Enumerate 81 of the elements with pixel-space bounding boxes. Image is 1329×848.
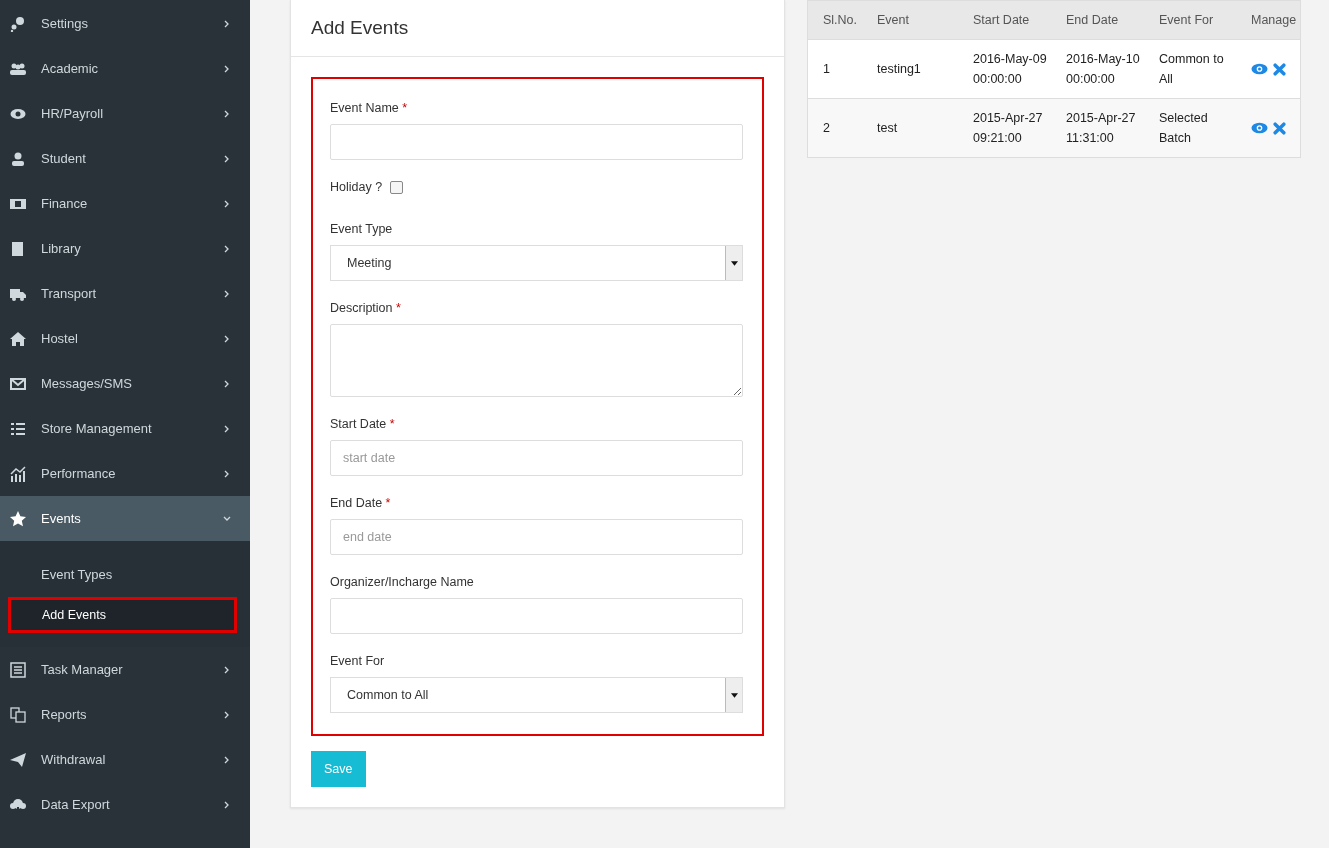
column-header: Start Date xyxy=(973,12,1031,29)
sidebar-item-label: Finance xyxy=(41,196,89,211)
field-label: Holiday ? xyxy=(330,180,383,194)
field-label: Event For xyxy=(330,654,386,668)
field-label: End Date * xyxy=(330,496,392,510)
sidebar-item-label: Student xyxy=(41,151,87,166)
sidebar-item[interactable]: Withdrawal xyxy=(0,737,250,782)
sidebar-item[interactable]: Student xyxy=(0,136,250,181)
sidebar-item[interactable]: Messages/SMS xyxy=(0,361,250,406)
paper-plane-icon xyxy=(10,751,26,768)
column-header: Sl.No. xyxy=(823,12,859,29)
chart-icon xyxy=(10,465,26,482)
column-header: Event xyxy=(877,12,910,29)
column-header: End Date xyxy=(1066,12,1120,29)
sidebar-item[interactable]: Reports xyxy=(0,692,250,737)
table-cell-text: 1 xyxy=(823,61,831,78)
table-cell-text: 2016-May-10 00:00:00 xyxy=(1066,51,1141,88)
star-icon xyxy=(10,510,26,527)
envelope-icon xyxy=(10,375,26,392)
sidebar-item[interactable]: Store Management xyxy=(0,406,250,451)
sidebar-item[interactable]: HR/Payroll xyxy=(0,91,250,136)
table-cell-text: 2 xyxy=(823,120,831,137)
delete-icon[interactable] xyxy=(1273,62,1286,76)
sidebar-item-label: Performance xyxy=(41,466,117,481)
home-icon xyxy=(10,330,26,347)
field-label: Description * xyxy=(330,301,402,315)
sidebar-item-label: Events xyxy=(41,511,82,526)
field-label: Event Name * xyxy=(330,101,409,115)
sidebar-item[interactable]: Performance xyxy=(0,451,250,496)
sidebar-item[interactable]: Academic xyxy=(0,46,250,91)
sidebar-item[interactable]: Hostel xyxy=(0,316,250,361)
column-header: Event For xyxy=(1159,12,1215,29)
caret-down-icon xyxy=(730,692,738,698)
table-cell-text: 2015-Apr-27 11:31:00 xyxy=(1066,110,1137,147)
input-field[interactable] xyxy=(330,124,743,160)
sidebar-item[interactable]: Finance xyxy=(0,181,250,226)
table-cell-text: 2016-May-09 00:00:00 xyxy=(973,51,1048,88)
caret-down-icon xyxy=(730,260,738,266)
table-cell-text: test xyxy=(877,120,899,137)
person-icon xyxy=(10,150,26,167)
delete-icon[interactable] xyxy=(1273,121,1286,135)
column-header: Manage xyxy=(1251,12,1298,29)
sidebar-item-label: Academic xyxy=(41,61,100,76)
sidebar-item[interactable]: Data Export xyxy=(0,782,250,827)
sidebar-item-label: Reports xyxy=(41,707,88,722)
document-icon xyxy=(10,661,26,678)
list-icon xyxy=(10,420,26,437)
field-label: Organizer/Incharge Name xyxy=(330,575,475,589)
sidebar-item-label: Transport xyxy=(41,286,98,301)
sidebar-item-label: Messages/SMS xyxy=(41,376,134,391)
sidebar-subitem[interactable]: Event Types xyxy=(0,556,250,592)
sidebar-item[interactable]: Library xyxy=(0,226,250,271)
copy-icon xyxy=(10,706,26,723)
table-cell-text: Common to All xyxy=(1159,51,1225,88)
input-field[interactable]: start date xyxy=(330,440,743,476)
field-label: Event Type xyxy=(330,222,394,236)
panel-title: Add Events xyxy=(291,0,784,57)
view-eye-icon[interactable] xyxy=(1251,63,1268,75)
sidebar-item-label: Store Management xyxy=(41,421,153,436)
checkbox[interactable] xyxy=(390,180,404,194)
sidebar-item-label: Task Manager xyxy=(41,662,124,677)
sidebar-item-label: Withdrawal xyxy=(41,752,107,767)
sidebar-item-label: Data Export xyxy=(41,797,111,812)
sidebar-item-label: Settings xyxy=(41,16,89,31)
sidebar-item[interactable]: Transport xyxy=(0,271,250,316)
table-cell-text: 2015-Apr-27 09:21:00 xyxy=(973,110,1044,147)
sidebar-subitem[interactable]: Add Events xyxy=(8,597,237,633)
dropdown[interactable]: Common to All xyxy=(330,677,743,713)
sidebar-item[interactable]: Task Manager xyxy=(0,647,250,692)
sidebar-item[interactable]: Settings xyxy=(0,1,250,46)
table-cell-text: testing1 xyxy=(877,61,922,78)
input-field[interactable] xyxy=(330,598,743,634)
dropdown[interactable]: Meeting xyxy=(330,245,743,281)
view-eye-icon[interactable] xyxy=(1251,122,1268,134)
sidebar-item[interactable]: Events xyxy=(0,496,250,541)
sidebar-item-label: HR/Payroll xyxy=(41,106,105,121)
input-field[interactable]: end date xyxy=(330,519,743,555)
field-label: Start Date * xyxy=(330,417,396,431)
sidebar-item-label: Library xyxy=(41,241,82,256)
table-cell-text: Selected Batch xyxy=(1159,110,1209,147)
sidebar-item-label: Hostel xyxy=(41,331,79,346)
